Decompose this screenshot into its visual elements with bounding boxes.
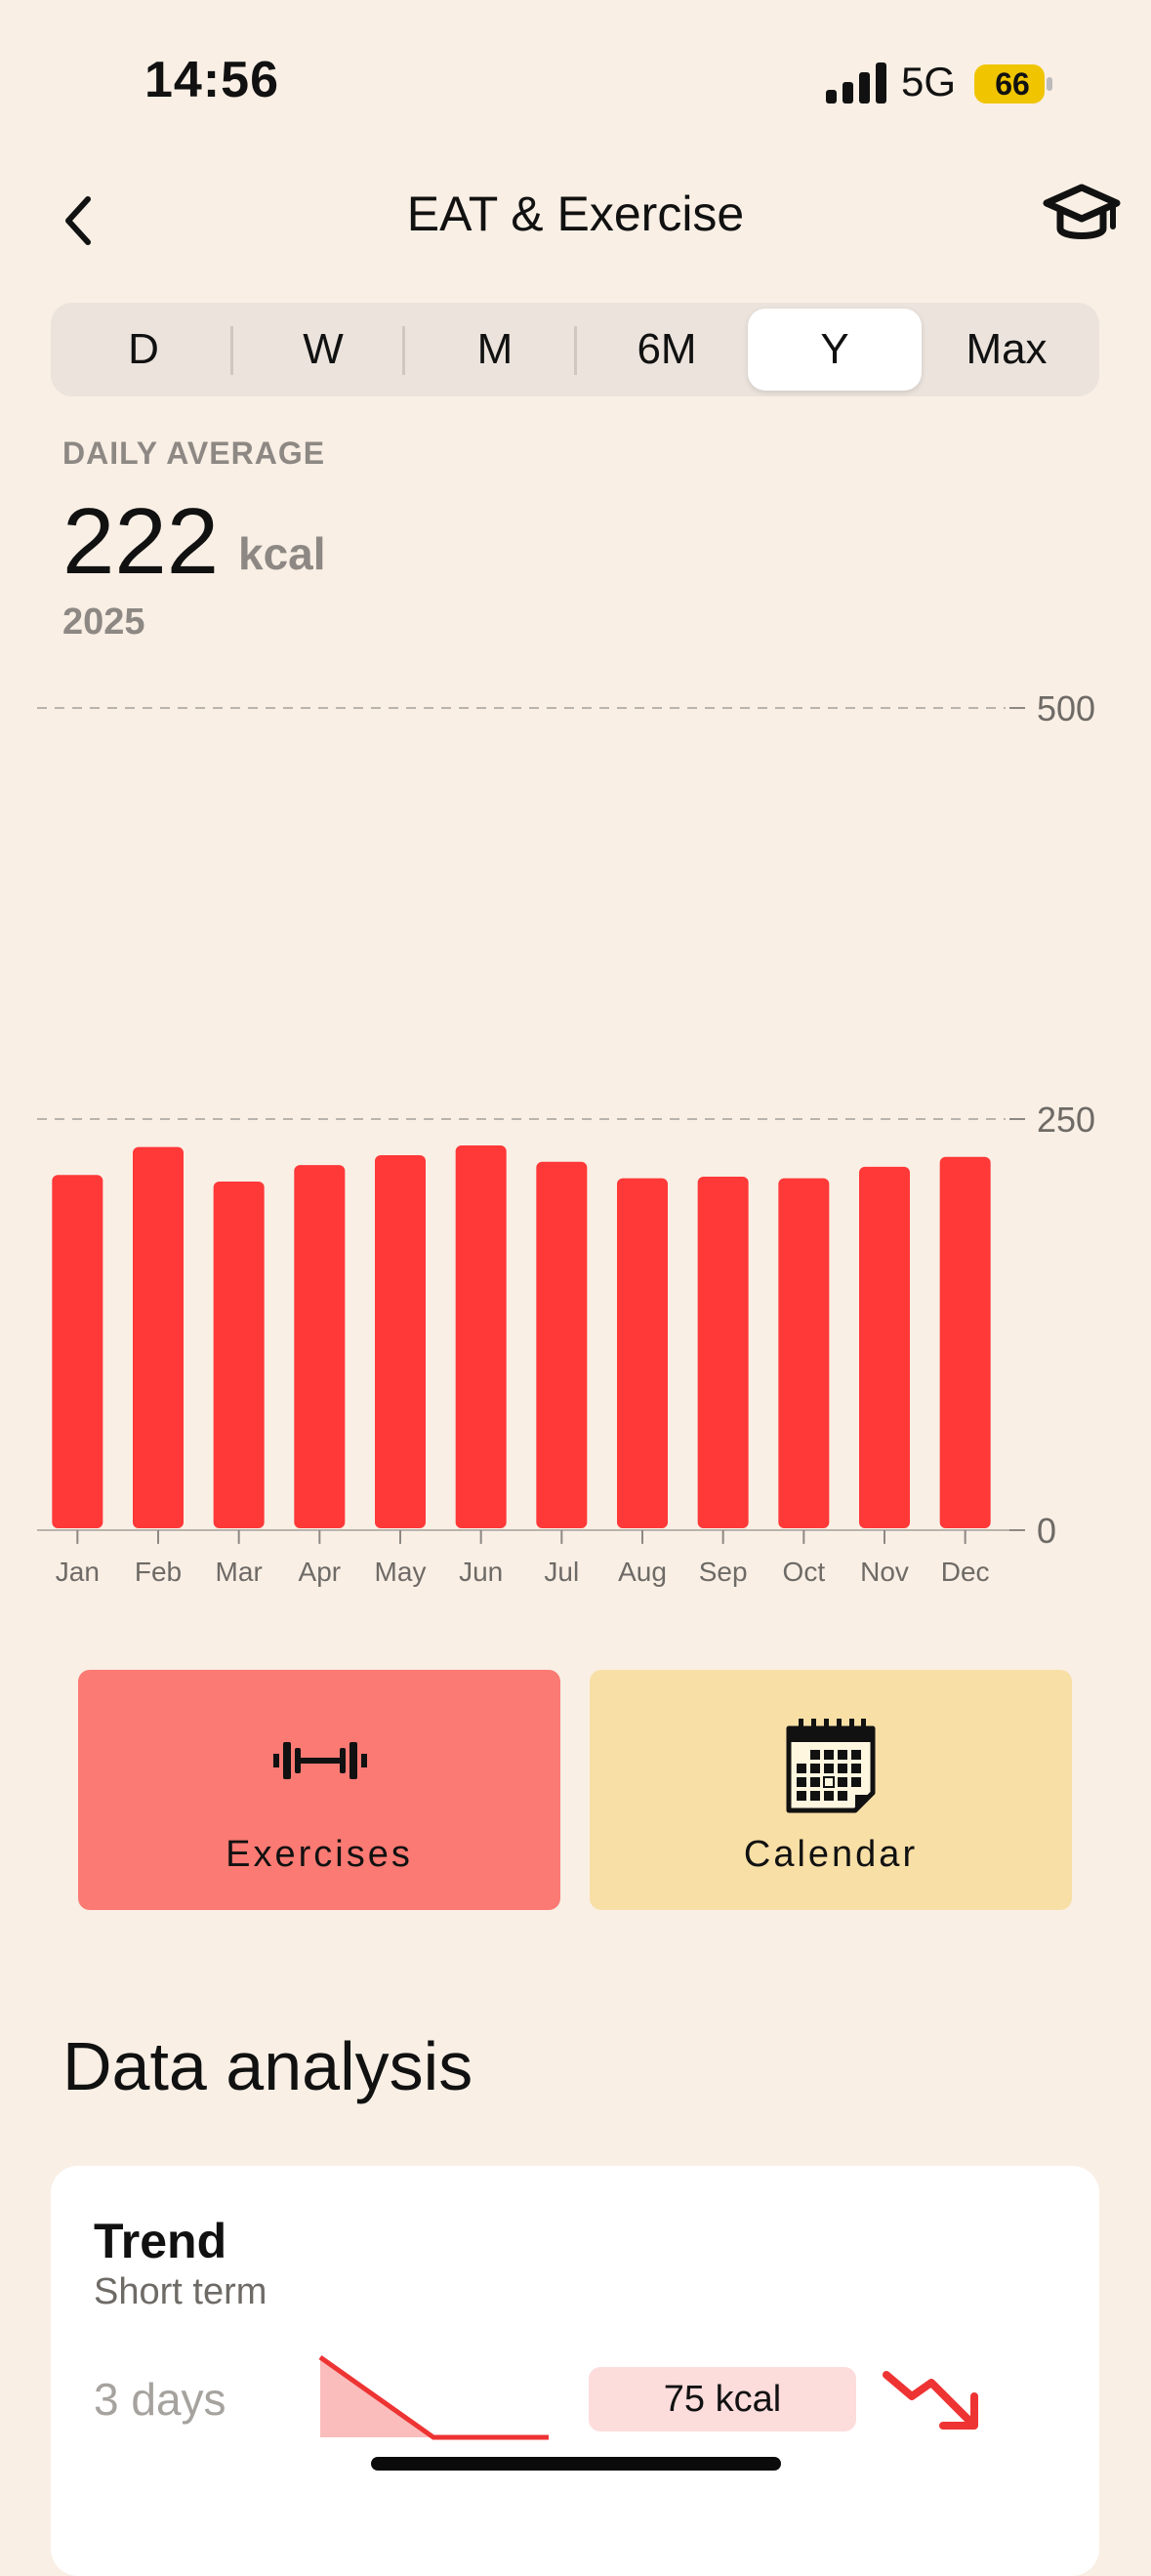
segment-day[interactable]: D [57, 309, 230, 391]
battery-icon: 66 [974, 64, 1052, 104]
trend-down-arrow-icon [883, 2371, 978, 2430]
home-indicator[interactable] [371, 2457, 781, 2471]
trend-subtitle: Short term [94, 2271, 267, 2312]
bar [536, 1161, 588, 1528]
daily-average-value: 222 [62, 489, 220, 594]
x-tick-label: Apr [299, 1557, 342, 1587]
bar [859, 1166, 910, 1528]
x-tick-label: Aug [618, 1557, 667, 1587]
trend-period: 3 days [94, 2374, 226, 2425]
battery-level: 66 [995, 66, 1030, 102]
network-type: 5G [901, 59, 957, 104]
x-tick-label: Oct [783, 1557, 826, 1587]
exercises-label: Exercises [226, 1834, 413, 1875]
yearly-bar-chart: 0 250 500 Jan Feb Mar Apr May Jun Jul Aug Sep Oct Nov… [37, 688, 1095, 1587]
y-tick-label: 0 [1037, 1511, 1056, 1551]
trend-sparkline [318, 2354, 549, 2440]
y-tick-label: 250 [1037, 1100, 1095, 1140]
x-tick-label: Feb [135, 1557, 182, 1587]
daily-average-unit: kcal [238, 528, 326, 579]
x-tick-label: Jul [544, 1557, 579, 1587]
segment-6-months[interactable]: 6M [580, 309, 754, 391]
bar [294, 1165, 346, 1528]
bar [778, 1178, 830, 1528]
exercises-card[interactable]: Exercises [78, 1670, 560, 1910]
calendar-label: Calendar [743, 1834, 919, 1875]
x-tick-label: Dec [941, 1557, 990, 1587]
bar [455, 1144, 507, 1528]
bar [697, 1176, 749, 1528]
segment-week[interactable]: W [236, 309, 410, 391]
calendar-card[interactable]: Calendar [590, 1670, 1072, 1910]
period-selector: D W M 6M Y Max [51, 303, 1099, 396]
section-title: Data analysis [62, 2028, 473, 2104]
bar [375, 1155, 426, 1528]
dumbbell-icon [273, 1742, 367, 1779]
x-tick-label: Jun [459, 1557, 503, 1587]
segment-month[interactable]: M [408, 309, 582, 391]
bar [133, 1146, 184, 1528]
segment-max[interactable]: Max [920, 309, 1093, 391]
bar [213, 1181, 265, 1528]
y-tick-label: 500 [1037, 688, 1095, 728]
x-tick-label: Mar [216, 1557, 263, 1587]
trend-title: Trend [94, 2214, 227, 2268]
calendar-icon [786, 1719, 876, 1813]
x-tick-label: Nov [860, 1557, 909, 1587]
segment-year[interactable]: Y [748, 309, 922, 391]
cellular-signal-icon [826, 62, 886, 104]
graduation-cap-icon[interactable] [1043, 178, 1121, 256]
x-tick-label: May [375, 1557, 427, 1587]
bar [52, 1175, 103, 1528]
bar [939, 1156, 991, 1528]
x-tick-label: Jan [56, 1557, 100, 1587]
bar [617, 1178, 668, 1528]
status-time: 14:56 [144, 52, 279, 108]
x-tick-label: Sep [699, 1557, 748, 1587]
period-year: 2025 [62, 602, 145, 643]
daily-average-label: DAILY AVERAGE [62, 436, 326, 471]
page-title: EAT & Exercise [406, 187, 745, 241]
trend-value-badge: 75 kcal [589, 2367, 856, 2431]
